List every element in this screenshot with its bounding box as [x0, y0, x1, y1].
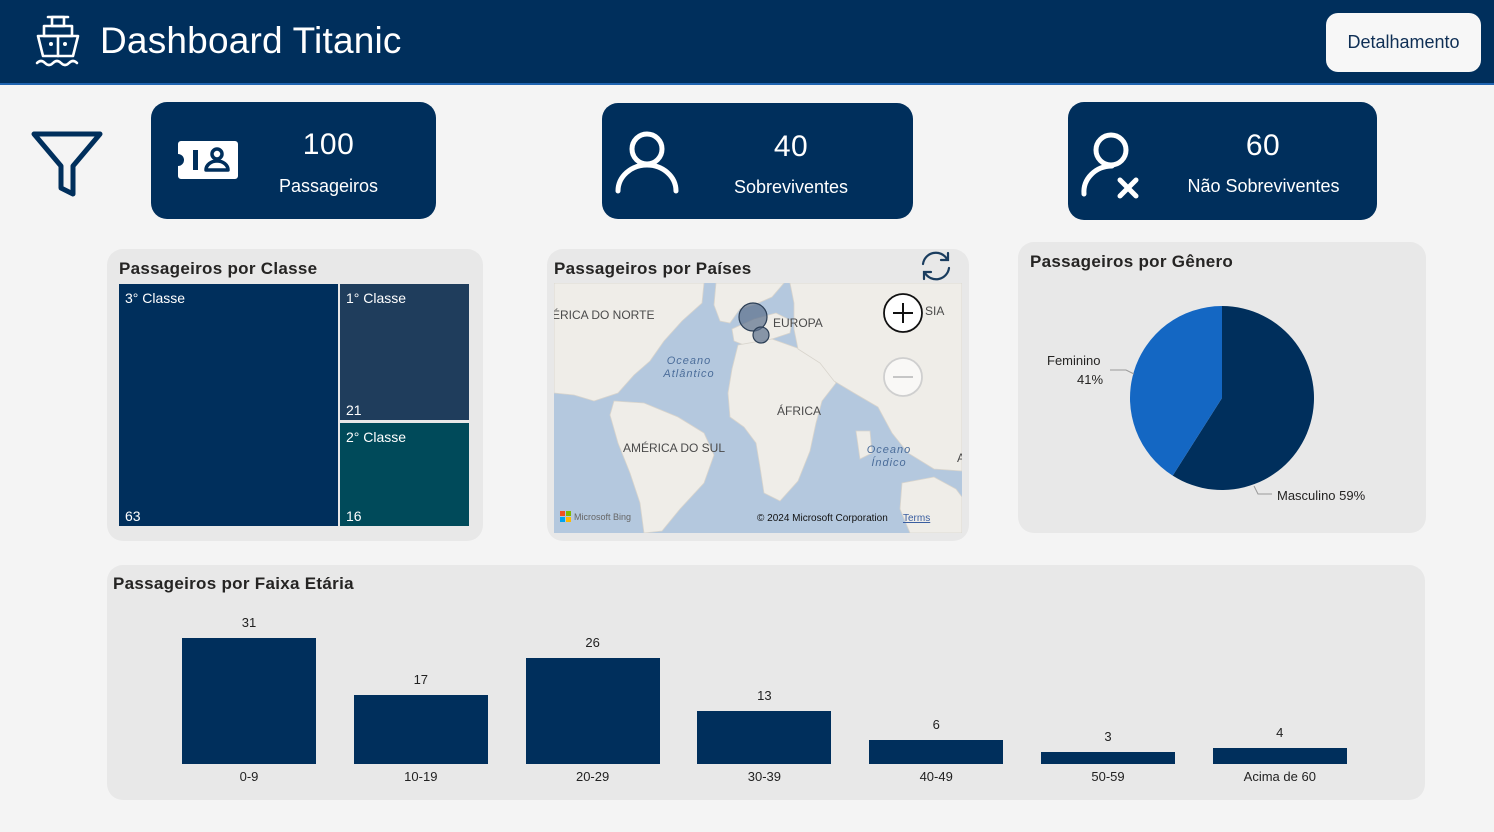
bar[interactable]: [1041, 751, 1175, 764]
bar[interactable]: [697, 711, 832, 764]
bar-category-label: 0-9: [239, 769, 259, 784]
bar-value-label: 4: [1276, 724, 1284, 740]
age-bar-card: Passageiros por Faixa Etária 31 0-9 17 10-1…: [107, 565, 1425, 800]
microsoft-logo-icon: [560, 511, 571, 522]
id-card-icon: [178, 141, 238, 179]
bar-category-label: 10-19: [404, 769, 438, 784]
pie-leader-line: [1110, 369, 1135, 375]
gender-pie-card: Passageiros por Gênero Feminino 41% Masc…: [1018, 242, 1426, 533]
bar[interactable]: [525, 658, 660, 764]
map-label: SIA: [925, 304, 945, 318]
user-x-icon: [1081, 132, 1139, 199]
bar-category-label: 20-29: [575, 769, 610, 784]
zoom-in-icon[interactable]: [882, 292, 924, 334]
class-treemap-card: Passageiros por Classe 3° Classe 63 1° C…: [107, 249, 483, 541]
bar-category-label: 30-39: [747, 769, 782, 784]
bar-category-label: 40-49: [919, 769, 953, 784]
map-view[interactable]: ÉRICA DO NORTE EUROPA SIA Oceano Atlânti…: [554, 283, 962, 533]
ship-icon: [35, 15, 80, 67]
treemap-value: 21: [346, 402, 362, 418]
bar-value-label: 17: [413, 671, 429, 687]
map-label: Oceano Índico: [866, 444, 912, 469]
map-label: A: [957, 451, 962, 465]
zoom-out-icon[interactable]: [882, 356, 924, 398]
card-title: Passageiros por Classe: [119, 259, 318, 278]
kpi-passengers-card[interactable]: 100 Passageiros: [151, 102, 436, 219]
pie-leader-line: [1253, 485, 1272, 495]
treemap-label: 2° Classe: [346, 429, 407, 445]
filter-icon[interactable]: [30, 130, 104, 200]
pie-label-female: Feminino: [1047, 353, 1101, 368]
bar-chart: 31 0-9 17 10-19 26 20-29 13 30-39 6 40-49 3 50-59 4 A…: [107, 565, 1425, 800]
map-label: ÉRICA DO NORTE: [554, 308, 655, 322]
treemap-cell-2nd[interactable]: 2° Classe 16: [340, 423, 469, 526]
kpi-value: 40: [773, 130, 809, 163]
countries-map-card: Passageiros por Países ÉRICA DO NORTE EU…: [547, 249, 969, 541]
bar-category-label: 50-59: [1091, 769, 1125, 784]
kpi-label: Passageiros: [278, 176, 379, 196]
map-label: EUROPA: [773, 316, 823, 330]
map-label: ÁFRICA: [777, 404, 822, 418]
refresh-icon[interactable]: [917, 249, 955, 283]
treemap-value: 63: [125, 508, 141, 524]
bar-category-label: Acima de 60: [1243, 769, 1316, 784]
bar-value-label: 26: [585, 635, 600, 651]
bar[interactable]: [182, 638, 316, 764]
treemap-label: 3° Classe: [125, 290, 186, 306]
kpi-label: Não Sobreviventes: [1187, 176, 1340, 196]
bar[interactable]: [1212, 747, 1347, 764]
bar[interactable]: [869, 739, 1004, 764]
bar-value-label: 31: [241, 615, 257, 630]
treemap-value: 16: [346, 508, 362, 524]
map-provider: Microsoft Bing: [574, 511, 632, 522]
user-icon: [615, 131, 679, 194]
treemap-cell-1st[interactable]: 1° Classe 21: [340, 284, 469, 420]
bar-value-label: 3: [1104, 728, 1112, 744]
bar-value-label: 6: [932, 716, 940, 732]
bar[interactable]: [353, 694, 488, 764]
kpi-label: Sobreviventes: [733, 177, 849, 197]
kpi-value: 60: [1245, 129, 1281, 162]
map-label: Oceano Atlântico: [663, 355, 715, 380]
map-label: AMÉRICA DO SUL: [623, 441, 726, 455]
card-title: Passageiros por Países: [554, 259, 752, 278]
pie-pct-female: 41%: [1077, 372, 1104, 387]
pie-label-male: Masculino 59%: [1277, 488, 1366, 503]
kpi-survivors-card[interactable]: 40 Sobreviventes: [602, 103, 913, 219]
bing-attribution: Microsoft Bing: [560, 511, 631, 522]
bar-value-label: 13: [757, 688, 772, 704]
detail-button[interactable]: Detalhamento: [1326, 13, 1481, 72]
map-terms-link[interactable]: Terms: [903, 513, 930, 524]
treemap-label: 1° Classe: [346, 290, 407, 306]
map-copyright: © 2024 Microsoft Corporation: [757, 513, 888, 524]
page-title: Dashboard Titanic: [100, 20, 402, 61]
kpi-value: 100: [302, 128, 355, 161]
kpi-non-survivors-card[interactable]: 60 Não Sobreviventes: [1068, 102, 1377, 220]
treemap-cell-3rd[interactable]: 3° Classe 63: [119, 284, 338, 526]
